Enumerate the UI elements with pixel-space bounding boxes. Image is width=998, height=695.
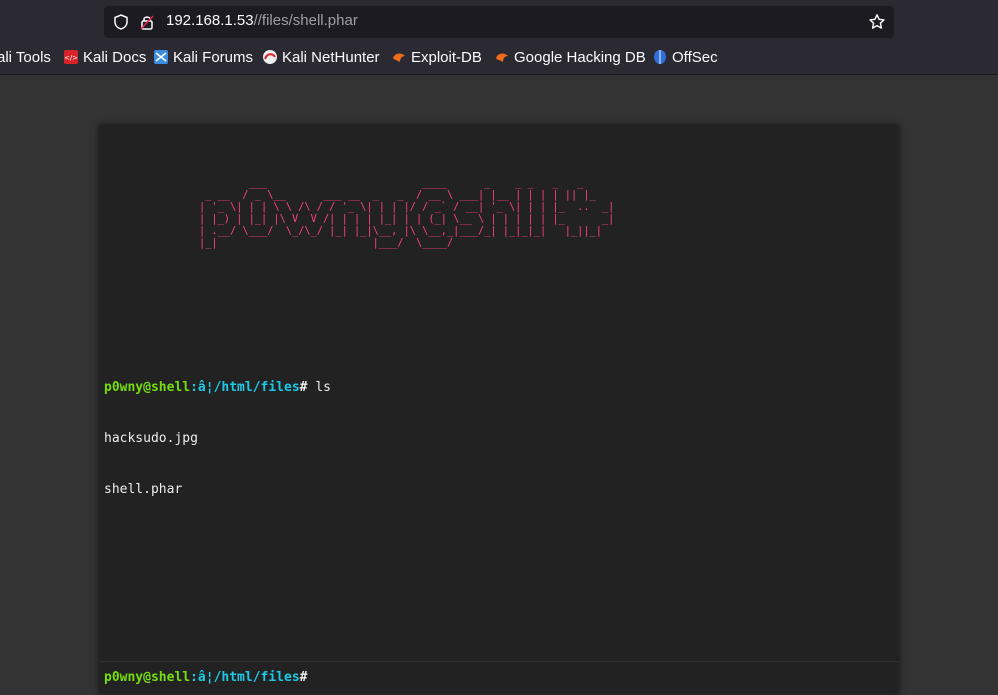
prompt-path: :â¦/html/files [190, 670, 300, 685]
kali-forums-icon [153, 49, 169, 65]
output-line: shell.phar [104, 482, 183, 497]
output-line: hacksudo.jpg [104, 431, 198, 446]
bookmark-label: Exploit-DB [411, 49, 482, 66]
bookmark-kali-docs[interactable]: </> Kali Docs [63, 48, 146, 68]
url-path: //files/shell.phar [253, 12, 358, 29]
prompt-user: p0wny@shell [104, 380, 191, 395]
bookmark-label: OffSec [672, 49, 718, 66]
shield-icon[interactable] [112, 13, 130, 31]
bookmark-kali-tools[interactable]: ali Tools [0, 48, 51, 68]
prompt-user: p0wny@shell [104, 670, 191, 685]
bookmarks-toolbar: ali Tools </> Kali Docs Kali Forums Kali… [0, 46, 998, 70]
kali-docs-icon: </> [63, 49, 79, 65]
history-command: ls [307, 380, 331, 395]
google-hacking-db-icon [494, 49, 510, 65]
exploit-db-icon [391, 49, 407, 65]
prompt-path: :â¦/html/files [190, 380, 300, 395]
bookmark-label: Google Hacking DB [514, 49, 646, 66]
input-prompt: p0wny@shell:â¦/html/files# [104, 669, 308, 686]
prompt-hash: # [299, 670, 308, 685]
bookmark-label: Kali Docs [83, 49, 147, 66]
kali-nethunter-icon [262, 49, 278, 65]
insecure-lock-icon[interactable] [138, 13, 156, 31]
browser-toolbar: 192.168.1.53//files/shell.phar ali Tools… [0, 0, 998, 75]
bookmark-kali-nethunter[interactable]: Kali NetHunter [262, 48, 380, 68]
svg-text:</>: </> [64, 54, 78, 62]
bookmark-google-hacking-db[interactable]: Google Hacking DB [494, 48, 646, 68]
p0wny-shell-banner: ___ ____ _ _ _ _ _ _ __ / _ \__ ___ __ _… [199, 177, 615, 249]
offsec-icon [652, 49, 668, 65]
bookmark-star-icon[interactable] [868, 13, 886, 31]
url-host: 192.168.1.53 [166, 12, 254, 29]
shell-terminal: ___ ____ _ _ _ _ _ _ __ / _ \__ ___ __ _… [99, 125, 899, 694]
bookmark-exploit-db[interactable]: Exploit-DB [391, 48, 482, 68]
bookmark-offsec[interactable]: OffSec [652, 48, 718, 68]
bookmark-label: Kali NetHunter [282, 49, 380, 66]
command-input-bar: p0wny@shell:â¦/html/files# [99, 661, 899, 695]
url-text[interactable]: 192.168.1.53//files/shell.phar [166, 12, 358, 29]
command-input[interactable] [314, 668, 889, 687]
url-bar[interactable]: 192.168.1.53//files/shell.phar [104, 6, 894, 38]
prompt-hash: # [299, 380, 308, 395]
bookmark-label: Kali Forums [173, 49, 254, 66]
bookmark-label: ali Tools [0, 49, 51, 66]
history-command-line: p0wny@shell:â¦/html/files# ls [104, 379, 894, 396]
bookmark-kali-forums[interactable]: Kali Forums [153, 48, 253, 68]
terminal-output: p0wny@shell:â¦/html/files# ls hacksudo.j… [104, 345, 894, 532]
